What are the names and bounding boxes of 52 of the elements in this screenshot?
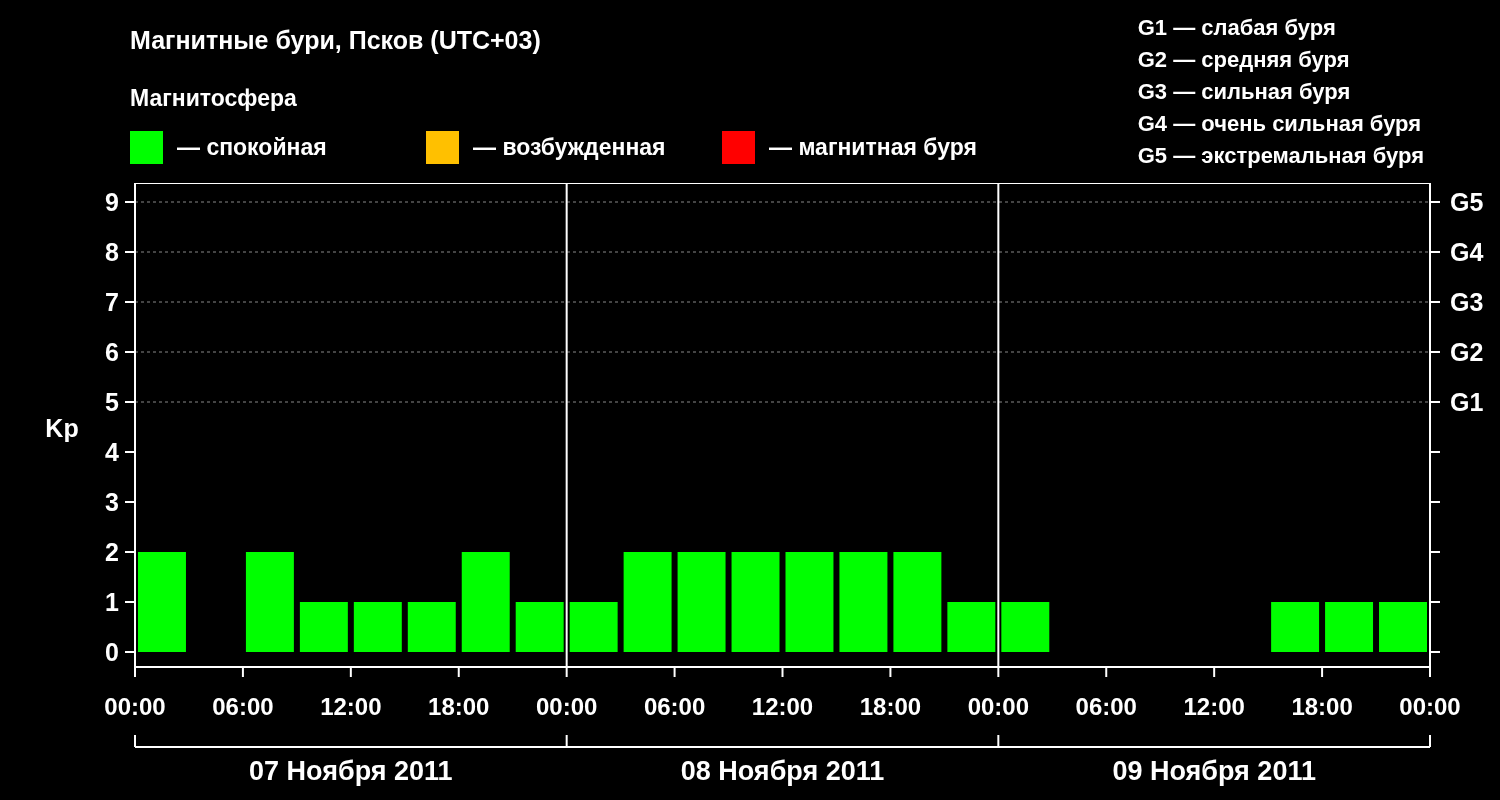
y-tick-label: 8	[105, 238, 119, 266]
y-tick-label: 7	[105, 288, 119, 316]
x-tick-label: 12:00	[1183, 693, 1245, 720]
x-tick-label: 06:00	[1075, 693, 1137, 720]
y-tick-label: 5	[105, 388, 119, 416]
y-tick-label: 4	[105, 438, 119, 466]
day-label: 07 Ноября 2011	[249, 756, 453, 786]
kp-bar	[947, 602, 996, 652]
x-tick-label: 06:00	[212, 693, 274, 720]
legend-label: — магнитная буря	[769, 133, 977, 162]
legend-label: — возбужденная	[473, 133, 666, 162]
y-tick-label: 3	[105, 488, 119, 516]
y-tick-label: 9	[105, 188, 119, 216]
storm-scale-entry: G1 — слабая буря	[1137, 14, 1337, 42]
day-label: 09 Ноября 2011	[1112, 756, 1316, 786]
y-tick-label: 2	[105, 538, 119, 566]
x-tick-label: 12:00	[320, 693, 382, 720]
y-tick-label: 0	[105, 638, 119, 666]
kp-bar	[407, 602, 456, 652]
storm-scale-entry: G2 — средняя буря	[1137, 46, 1351, 74]
x-tick-label: 18:00	[1291, 693, 1353, 720]
kp-bar	[1271, 602, 1320, 652]
y-axis-label: Kp	[45, 414, 79, 442]
storm-level-label: G1	[1450, 388, 1484, 416]
x-tick-label: 06:00	[643, 693, 706, 720]
kp-bar	[1379, 602, 1427, 652]
y-tick-label: 1	[105, 588, 119, 616]
storm-level-label: G5	[1450, 188, 1484, 216]
storm-level-label: G3	[1450, 288, 1484, 316]
x-tick-label: 00:00	[967, 693, 1030, 720]
legend-label: — спокойная	[177, 133, 327, 162]
x-tick-label: 00:00	[535, 693, 598, 720]
kp-bar	[1001, 602, 1050, 652]
storm-level-label: G2	[1450, 338, 1484, 366]
storm-scale-entry: G4 — очень сильная буря	[1137, 110, 1423, 138]
x-tick-label: 12:00	[751, 693, 814, 720]
kp-bar	[299, 602, 348, 652]
chart-title: Магнитные бури, Псков (UTC+03)	[130, 25, 542, 56]
storm-scale-entry: G3 — сильная буря	[1137, 78, 1352, 106]
legend-heading: Магнитосфера	[130, 84, 298, 113]
x-tick-label: 18:00	[859, 693, 922, 720]
kp-bar	[569, 602, 618, 652]
kp-bar	[353, 602, 402, 652]
x-tick-label: 00:00	[1399, 693, 1461, 720]
kp-bar	[515, 602, 564, 652]
day-label: 08 Ноября 2011	[680, 756, 885, 786]
y-tick-label: 6	[105, 338, 119, 366]
storm-level-label: G4	[1450, 238, 1484, 266]
x-tick-label: 18:00	[428, 693, 490, 720]
storm-scale-entry: G5 — экстремальная буря	[1137, 142, 1424, 170]
x-tick-label: 00:00	[104, 693, 166, 720]
kp-bar	[1325, 602, 1374, 652]
